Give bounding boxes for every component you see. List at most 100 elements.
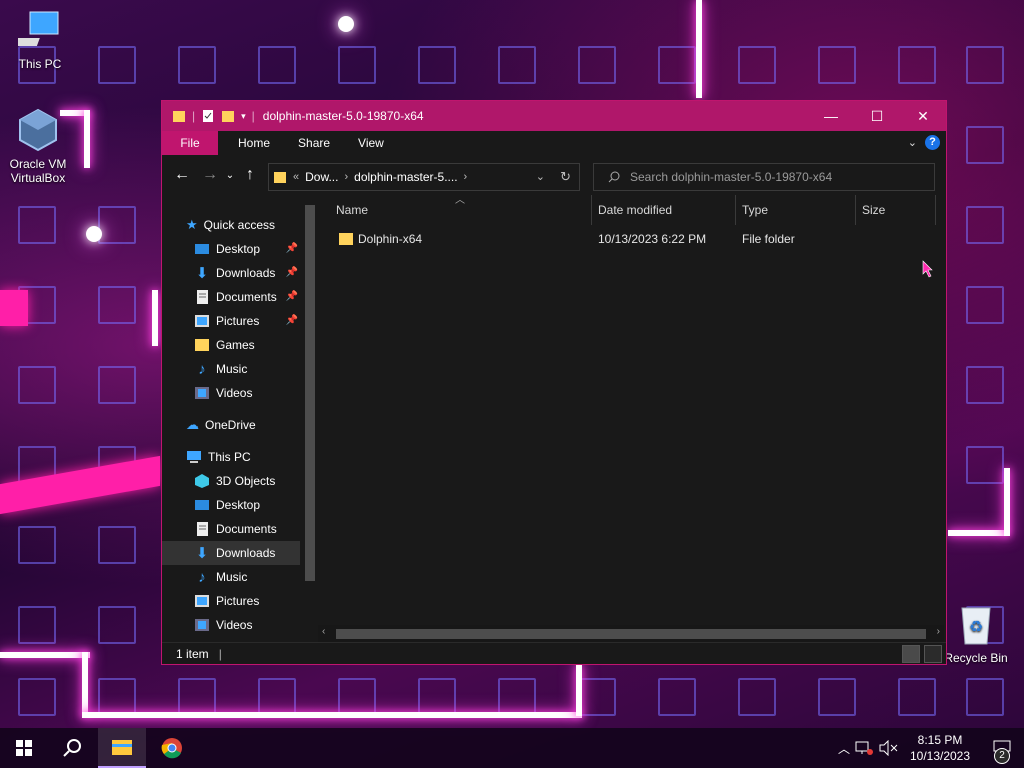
scrollbar-thumb[interactable] bbox=[336, 629, 926, 639]
nav-item-music[interactable]: ♪ Music bbox=[162, 565, 300, 589]
nav-item-videos[interactable]: Videos bbox=[162, 381, 300, 405]
chrome-icon bbox=[161, 738, 182, 759]
maximize-button[interactable]: ☐ bbox=[854, 101, 900, 131]
chevron-right-icon[interactable]: › bbox=[344, 171, 348, 183]
nav-label: OneDrive bbox=[205, 418, 256, 432]
folder-icon bbox=[274, 172, 286, 183]
column-header-date-modified[interactable]: Date modified bbox=[592, 195, 736, 225]
pin-icon[interactable]: 📌 bbox=[286, 267, 298, 278]
nav-this-pc[interactable]: This PC bbox=[162, 445, 300, 469]
pictures-icon bbox=[195, 595, 209, 607]
nav-item-documents[interactable]: Documents bbox=[162, 517, 300, 541]
address-dropdown-icon[interactable]: ⌄ bbox=[536, 170, 545, 183]
tab-share[interactable]: Share bbox=[284, 131, 344, 155]
details-view-button[interactable] bbox=[902, 645, 920, 663]
scrollbar-thumb[interactable] bbox=[305, 205, 315, 581]
horizontal-scrollbar[interactable]: ‹ › bbox=[318, 625, 944, 642]
network-icon[interactable] bbox=[854, 740, 874, 756]
nav-onedrive[interactable]: ☁ OneDrive bbox=[162, 413, 300, 437]
nav-item-videos[interactable]: Videos bbox=[162, 613, 300, 637]
customize-qat-icon[interactable]: ▾ bbox=[241, 111, 246, 122]
new-folder-icon[interactable] bbox=[221, 109, 235, 123]
chevron-right-icon[interactable]: › bbox=[464, 171, 468, 183]
nav-item-desktop[interactable]: Desktop 📌 bbox=[162, 237, 300, 261]
neon-line bbox=[0, 652, 90, 658]
nav-label: Documents bbox=[216, 290, 277, 304]
up-arrow-icon[interactable]: ↑ bbox=[238, 166, 262, 184]
nav-label: Music bbox=[216, 570, 248, 584]
nav-label: Music bbox=[216, 362, 248, 376]
nav-label: Downloads bbox=[216, 266, 276, 280]
file-type: File folder bbox=[742, 232, 795, 246]
search-icon bbox=[63, 739, 81, 757]
desktop-icon-label: Recycle Bin bbox=[944, 651, 1008, 665]
ribbon-tabs: File Home Share View ⌄ ? bbox=[162, 131, 946, 155]
taskbar: ︿ 8:15 PM 10/13/2023 2 bbox=[0, 728, 1024, 768]
glow-dot bbox=[86, 226, 102, 242]
download-arrow-icon: ⬇ bbox=[195, 265, 209, 282]
start-button[interactable] bbox=[0, 728, 48, 768]
expand-ribbon-icon[interactable]: ⌄ bbox=[908, 136, 917, 149]
column-header-size[interactable]: Size bbox=[856, 195, 936, 225]
nav-pane-scrollbar[interactable] bbox=[302, 205, 316, 581]
title-bar[interactable]: | ▾ | dolphin-master-5.0-19870-x64 — ☐ ✕ bbox=[162, 101, 946, 131]
back-arrow-icon[interactable]: ← bbox=[170, 166, 194, 184]
taskbar-chrome[interactable] bbox=[148, 728, 196, 768]
folder-icon bbox=[195, 339, 209, 351]
nav-item-downloads-selected[interactable]: ⬇ Downloads bbox=[162, 541, 300, 565]
tab-view[interactable]: View bbox=[344, 131, 398, 155]
svg-text:♻: ♻ bbox=[969, 617, 983, 636]
download-arrow-icon: ⬇ bbox=[195, 545, 209, 562]
taskbar-file-explorer[interactable] bbox=[98, 728, 146, 768]
file-row[interactable]: Dolphin-x64 10/13/2023 6:22 PM File fold… bbox=[330, 227, 930, 251]
close-button[interactable]: ✕ bbox=[900, 101, 946, 131]
forward-arrow-icon[interactable]: → bbox=[198, 166, 222, 184]
scroll-right-icon[interactable]: › bbox=[937, 626, 940, 637]
properties-icon[interactable] bbox=[201, 109, 215, 123]
pin-icon[interactable]: 📌 bbox=[286, 315, 298, 326]
scroll-left-icon[interactable]: ‹ bbox=[322, 626, 325, 637]
nav-item-documents[interactable]: Documents 📌 bbox=[162, 285, 300, 309]
help-icon[interactable]: ? bbox=[925, 135, 940, 150]
nav-item-games[interactable]: Games bbox=[162, 333, 300, 357]
clock[interactable]: 8:15 PM 10/13/2023 bbox=[900, 732, 980, 764]
show-hidden-icons-icon[interactable]: ︿ bbox=[834, 740, 854, 757]
column-header-type[interactable]: Type bbox=[736, 195, 856, 225]
recent-locations-icon[interactable]: ⌄ bbox=[222, 170, 238, 181]
nav-label: Downloads bbox=[216, 546, 276, 560]
neon-line bbox=[1004, 468, 1010, 536]
nav-quick-access[interactable]: ★ Quick access bbox=[162, 213, 300, 237]
search-input[interactable] bbox=[630, 170, 930, 184]
address-bar[interactable]: « Dow... › dolphin-master-5.... › ⌄ ↻ bbox=[268, 163, 580, 191]
desktop-icon-this-pc[interactable]: This PC bbox=[2, 10, 78, 71]
action-center-button[interactable]: 2 bbox=[980, 728, 1024, 768]
pin-icon[interactable]: 📌 bbox=[286, 243, 298, 254]
neon-line bbox=[82, 712, 582, 718]
search-button[interactable] bbox=[48, 728, 96, 768]
column-header-name[interactable]: Name bbox=[330, 195, 592, 225]
breadcrumb-current-folder[interactable]: dolphin-master-5.... bbox=[354, 170, 457, 184]
nav-item-3d-objects[interactable]: 3D Objects bbox=[162, 469, 300, 493]
address-overflow[interactable]: « bbox=[293, 171, 299, 183]
tab-home[interactable]: Home bbox=[224, 131, 284, 155]
breadcrumb-downloads[interactable]: Dow... bbox=[305, 170, 338, 184]
folder-icon bbox=[339, 233, 353, 245]
desktop-icon-virtualbox[interactable]: Oracle VM VirtualBox bbox=[0, 108, 76, 185]
minimize-button[interactable]: — bbox=[808, 101, 854, 131]
desktop-icon-recycle-bin[interactable]: ♻ Recycle Bin bbox=[938, 602, 1014, 665]
nav-item-desktop[interactable]: Desktop bbox=[162, 493, 300, 517]
volume-muted-icon[interactable] bbox=[878, 740, 900, 756]
videos-icon bbox=[195, 619, 209, 631]
nav-item-music[interactable]: ♪ Music bbox=[162, 357, 300, 381]
nav-label: Videos bbox=[216, 386, 253, 400]
pin-icon[interactable]: 📌 bbox=[286, 291, 298, 302]
pictures-icon bbox=[195, 315, 209, 327]
nav-item-downloads[interactable]: ⬇ Downloads 📌 bbox=[162, 261, 300, 285]
large-icons-view-button[interactable] bbox=[924, 645, 942, 663]
nav-item-pictures[interactable]: Pictures bbox=[162, 589, 300, 613]
nav-item-pictures[interactable]: Pictures 📌 bbox=[162, 309, 300, 333]
desktop-folder-icon bbox=[195, 244, 209, 254]
tab-file[interactable]: File bbox=[162, 131, 218, 155]
search-box[interactable] bbox=[593, 163, 935, 191]
refresh-icon[interactable]: ↻ bbox=[560, 169, 571, 185]
